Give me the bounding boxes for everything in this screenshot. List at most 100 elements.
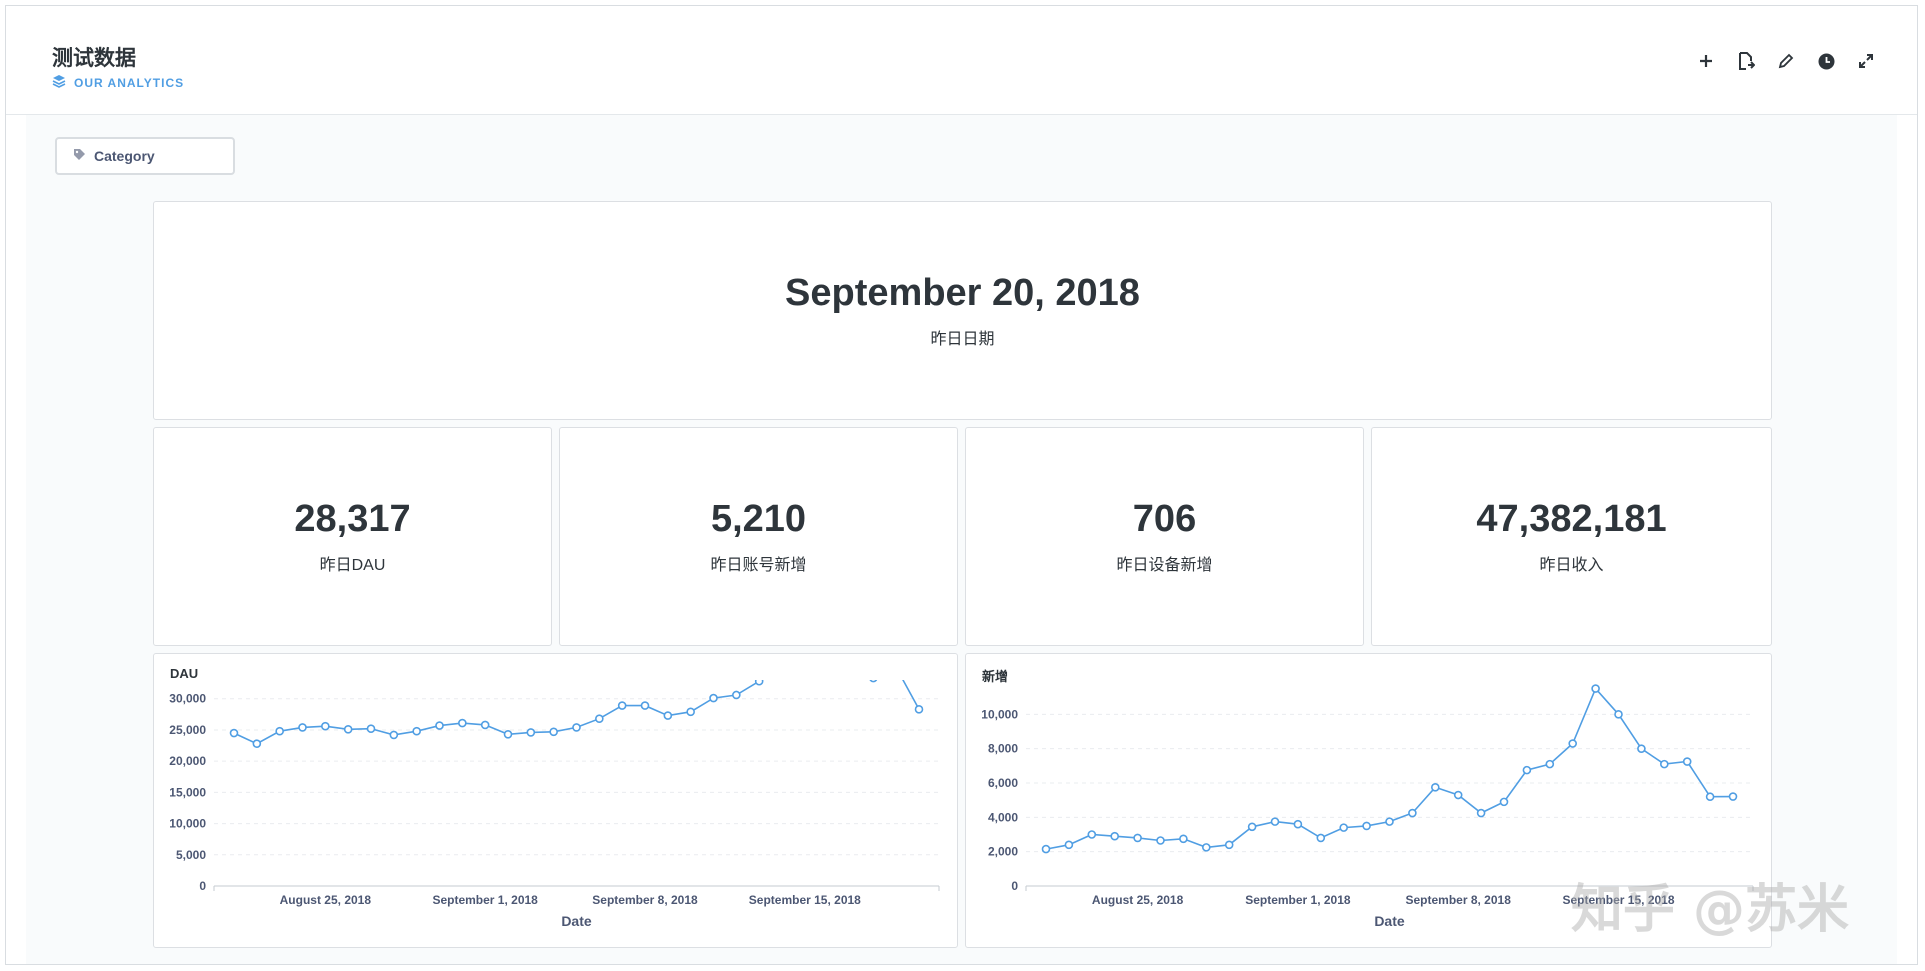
data-point <box>1339 823 1349 832</box>
data-point <box>275 726 284 736</box>
data-point <box>1087 830 1097 839</box>
data-point <box>595 714 604 724</box>
data-point <box>1041 844 1051 854</box>
data-point <box>1476 808 1486 818</box>
data-point <box>801 663 808 670</box>
y-tick-label: 10,000 <box>169 817 206 831</box>
y-tick-label: 25,000 <box>169 723 206 737</box>
data-point <box>1133 833 1142 843</box>
clock-icon[interactable] <box>1817 52 1835 70</box>
data-point <box>366 724 376 733</box>
date-card-value: September 20, 2018 <box>785 272 1140 314</box>
x-axis-label: Date <box>561 913 592 929</box>
data-point <box>1614 710 1623 719</box>
expand-icon[interactable] <box>1857 52 1875 70</box>
data-point <box>1568 739 1578 748</box>
data-point <box>526 728 536 737</box>
plus-icon[interactable] <box>1697 52 1715 70</box>
data-point <box>1545 759 1555 769</box>
data-point <box>389 730 399 740</box>
data-point <box>869 680 878 683</box>
series-group <box>1041 684 1738 854</box>
x-tick-label: August 25, 2018 <box>280 893 372 907</box>
data-point <box>1728 792 1738 801</box>
y-tick-label: 15,000 <box>169 785 206 799</box>
data-point <box>1659 759 1669 769</box>
data-point <box>824 658 831 665</box>
data-point <box>847 659 854 666</box>
scalar-card-account-new[interactable]: 5,210 昨日账号新增 <box>559 427 958 646</box>
data-point <box>732 690 741 700</box>
data-point <box>1270 817 1280 826</box>
y-tick-label: 10,000 <box>981 707 1018 721</box>
data-point <box>435 721 444 730</box>
data-point <box>686 707 695 717</box>
data-point <box>1247 822 1257 832</box>
data-point <box>754 680 764 686</box>
scalar-value: 28,317 <box>294 498 411 540</box>
scalar-card-revenue[interactable]: 47,382,181 昨日收入 <box>1371 427 1772 646</box>
x-tick-label: September 1, 2018 <box>1245 893 1351 907</box>
series-group <box>229 658 924 748</box>
y-tick-label: 6,000 <box>988 776 1018 790</box>
watermark-text: 知乎 @苏米 <box>1570 880 1849 940</box>
data-point <box>549 727 558 737</box>
collection-name: OUR ANALYTICS <box>74 75 185 90</box>
data-point <box>1637 744 1646 753</box>
data-point <box>617 701 627 710</box>
data-point <box>640 701 650 710</box>
scalar-value: 47,382,181 <box>1476 498 1667 540</box>
scalar-card-device-new[interactable]: 706 昨日设备新增 <box>965 427 1364 646</box>
data-point <box>1408 808 1417 818</box>
data-point <box>572 723 581 732</box>
dashboard-toolbar <box>1697 52 1875 70</box>
data-point <box>412 726 421 736</box>
y-tick-label: 30,000 <box>169 692 206 706</box>
data-point <box>503 730 513 739</box>
data-point <box>893 664 900 671</box>
data-point <box>1156 836 1165 845</box>
category-filter[interactable]: Category <box>55 137 235 175</box>
date-card[interactable]: September 20, 2018 昨日日期 <box>153 201 1772 420</box>
data-point <box>1591 684 1600 693</box>
data-point <box>1110 831 1119 841</box>
scalar-value: 706 <box>1132 498 1197 540</box>
data-point <box>1179 834 1188 844</box>
collection-stack-icon <box>52 74 66 91</box>
x-tick-label: August 25, 2018 <box>1092 893 1184 907</box>
data-point <box>1316 833 1326 843</box>
data-point <box>298 723 307 732</box>
data-point <box>1430 782 1440 792</box>
x-tick-label: September 15, 2018 <box>749 893 861 907</box>
data-point <box>343 725 353 734</box>
dashboard-window: 测试数据 OUR ANALYTICS Category September 20… <box>5 5 1918 965</box>
data-point <box>1202 843 1211 852</box>
data-point <box>458 718 467 728</box>
data-point <box>1705 792 1715 802</box>
dau-line-chart: 0 5,000 10,000 15,000 20,000 25,000 30,000 Augu… <box>169 658 940 929</box>
data-point <box>1064 840 1074 850</box>
data-point <box>480 720 490 730</box>
dau-chart-card[interactable]: DAU 0 5,000 10,000 15,000 20,000 25,000 30,000… <box>153 653 958 948</box>
scalar-label: 昨日账号新增 <box>710 557 807 574</box>
data-point <box>1522 765 1532 775</box>
pencil-icon[interactable] <box>1777 52 1795 70</box>
dashboard-title: 测试数据 <box>52 47 136 70</box>
category-filter-label: Category <box>94 148 155 164</box>
y-tick-label: 20,000 <box>169 754 206 768</box>
tag-icon <box>73 148 86 164</box>
scalar-card-dau[interactable]: 28,317 昨日DAU <box>153 427 552 646</box>
y-tick-label: 8,000 <box>988 742 1018 756</box>
x-tick-label: September 1, 2018 <box>432 893 538 907</box>
collection-link[interactable]: OUR ANALYTICS <box>52 74 184 91</box>
date-card-label: 昨日日期 <box>930 331 995 348</box>
file-move-icon[interactable] <box>1737 52 1755 70</box>
scalar-label: 昨日DAU <box>319 557 386 574</box>
data-point <box>1362 821 1371 831</box>
dashboard-header: 测试数据 OUR ANALYTICS <box>6 6 1917 115</box>
x-axis-label: Date <box>1374 913 1405 929</box>
scalar-value: 5,210 <box>710 498 807 540</box>
data-point <box>1499 797 1509 807</box>
x-tick-label: September 8, 2018 <box>592 893 698 907</box>
x-tick-label: September 8, 2018 <box>1405 893 1511 907</box>
